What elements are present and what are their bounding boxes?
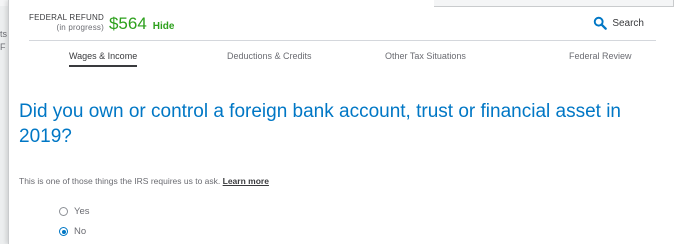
radio-button-no[interactable] bbox=[59, 227, 68, 236]
question-heading: Did you own or control a foreign bank ac… bbox=[19, 101, 621, 147]
hide-refund-button[interactable]: Hide bbox=[153, 21, 175, 32]
refund-status: (in progress) bbox=[56, 23, 104, 32]
background-window-fragment: ts F bbox=[0, 28, 8, 68]
radio-label-yes: Yes bbox=[74, 206, 90, 217]
helper-text: This is one of those things the IRS requ… bbox=[19, 176, 269, 186]
tab-label: Wages & Income bbox=[69, 51, 138, 61]
radio-option-no[interactable]: No bbox=[59, 226, 86, 237]
tab-other-tax-situations[interactable]: Other Tax Situations bbox=[385, 51, 466, 61]
radio-button-yes[interactable] bbox=[59, 207, 68, 216]
background-fragment-line: F bbox=[0, 42, 6, 52]
panel-top-notch bbox=[434, 0, 674, 7]
radio-label-no: No bbox=[74, 226, 87, 237]
interview-panel: FEDERAL REFUND (in progress) $564 Hide S… bbox=[8, 0, 674, 244]
learn-more-link[interactable]: Learn more bbox=[223, 176, 269, 186]
refund-label-text: FEDERAL REFUND bbox=[29, 13, 104, 22]
tab-label: Federal Review bbox=[569, 51, 632, 61]
section-tabs: Wages & Income Deductions & Credits Othe… bbox=[29, 41, 656, 71]
helper-text-body: This is one of those things the IRS requ… bbox=[19, 176, 223, 186]
active-tab-underline bbox=[69, 65, 138, 67]
federal-refund-meter: FEDERAL REFUND (in progress) $564 Hide bbox=[29, 13, 174, 33]
tab-wages-income[interactable]: Wages & Income bbox=[69, 51, 138, 67]
tab-federal-review[interactable]: Federal Review bbox=[569, 51, 632, 61]
refund-label: FEDERAL REFUND (in progress) bbox=[29, 13, 104, 33]
tab-label: Deductions & Credits bbox=[227, 51, 312, 61]
background-fragment-line: ts bbox=[0, 29, 8, 39]
radio-option-yes[interactable]: Yes bbox=[59, 206, 90, 217]
tab-label: Other Tax Situations bbox=[385, 51, 466, 61]
search-icon bbox=[594, 16, 608, 30]
search-label: Search bbox=[612, 17, 644, 29]
search-button[interactable]: Search bbox=[593, 16, 644, 30]
refund-amount: $564 bbox=[108, 14, 147, 33]
tab-deductions-credits[interactable]: Deductions & Credits bbox=[227, 51, 312, 61]
